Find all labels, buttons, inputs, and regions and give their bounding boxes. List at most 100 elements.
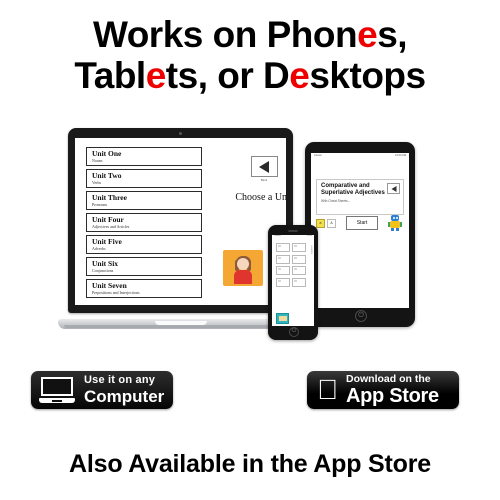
use-on-computer-badge[interactable]: Use it on any Computer [31,371,173,409]
headline-accent-letter: e [357,14,378,55]
laptop-mockup: Unit One Nouns Unit Two Verbs Unit Three… [58,128,303,333]
badge-subtitle: Use it on any [84,374,156,386]
avatar-face [237,258,249,270]
robot-mascot-icon [388,215,402,231]
unit-subtitle: Verbs [92,180,102,185]
status-carrier: Carrier [274,235,281,237]
lesson-subtitle: With Cheat Sheets... [321,198,351,203]
unit-title: Unit Two [92,171,122,180]
camera-icon [179,132,182,135]
headline-accent-letter: e [289,55,310,97]
selected-thumbnail[interactable] [276,313,289,324]
lesson-controls: a A Start [316,215,404,231]
laptop-icon-trackpad [52,400,62,402]
apple-logo-icon:  [317,376,338,404]
status-time: 12:00 AM [395,154,406,157]
badge-title: App Store [325,384,439,407]
promo-graphic: Works on Phones, Tablets, or Desktops Un… [0,0,500,500]
tablet-mockup: Carrier 12:00 AM Comparative and Superla… [305,142,415,327]
list-item[interactable]: Unit Four Adjectives and Articles [86,213,202,232]
list-item[interactable]: Unit Three Pronouns [86,191,202,210]
robot-arm-right [400,222,402,227]
grid-side-label: Lessons [310,245,313,254]
laptop-icon-display [43,379,71,394]
unit-title: Unit Six [92,259,119,268]
list-item[interactable]: Unit Seven Prepositions and Interjection… [86,279,202,298]
unit-chooser-panel: Back Choose a Unit [225,156,286,203]
robot-body [390,221,400,228]
headline-line-2: Tablets, or Desktops [0,55,500,96]
status-time: 12:00 [306,235,312,237]
robot-leg-left [391,228,394,231]
phone-screen: Carrier 12:00 Lessons [272,235,314,326]
status-bar: Carrier 12:00 AM [311,153,409,158]
footer-text: Also Available in the App Store [69,450,431,478]
headline-text: Works on Phon [92,14,358,55]
avatar[interactable] [223,250,263,286]
tablet-home-button[interactable]: ⏻ [355,310,367,322]
unit-subtitle: Conjunctions [92,268,114,273]
list-item[interactable] [276,243,290,252]
lesson-grid [276,243,306,314]
app-store-badge[interactable]:  Download on the App Store [307,371,459,409]
badge-title: Computer [84,387,165,406]
list-item[interactable] [292,277,306,287]
tablet-screen: Carrier 12:00 AM Comparative and Superla… [311,153,409,308]
unit-title: Unit Seven [92,281,127,290]
badge-subtitle: Download on the [325,373,431,386]
headline-text: s, [377,14,408,55]
laptop-base [58,319,303,329]
headline-text: Tabl [74,55,146,97]
status-bar: Carrier 12:00 [272,235,314,239]
unit-subtitle: Prepositions and Interjections [92,290,140,295]
status-carrier: Carrier [314,154,322,157]
list-item[interactable] [292,266,306,275]
headline-text: sktops [309,55,426,97]
text-size-stepper[interactable]: a A [316,218,336,228]
laptop-screen: Unit One Nouns Unit Two Verbs Unit Three… [75,138,286,305]
unit-title: Unit Three [92,193,127,202]
headline-accent-letter: e [145,55,167,97]
headline-line-1: Works on Phones, [0,14,500,55]
laptop-foot [64,325,297,328]
list-item[interactable] [276,277,290,287]
laptop-lid: Unit One Nouns Unit Two Verbs Unit Three… [68,128,293,313]
robot-leg-right [396,228,399,231]
list-item[interactable] [276,266,290,275]
list-item[interactable] [292,254,306,264]
device-mockup-group: Unit One Nouns Unit Two Verbs Unit Three… [0,120,500,345]
back-button[interactable] [250,156,278,177]
phone-body: Carrier 12:00 Lessons ⏻ [268,225,318,340]
share-button[interactable] [387,183,400,194]
choose-unit-label: Choose a Unit [235,192,286,203]
unit-title: Unit Four [92,215,124,224]
tablet-body: Carrier 12:00 AM Comparative and Superla… [305,142,415,327]
text-size-large-button[interactable]: A [327,218,336,228]
unit-subtitle: Pronouns [92,202,108,207]
robot-eye-left [392,217,395,219]
list-item[interactable]: Unit Six Conjunctions [86,257,202,276]
headline-text: ts, or D [165,55,290,97]
badge-text-group: Use it on any Computer [84,374,165,406]
speaker-icon [288,230,298,232]
robot-eye-right [395,217,398,219]
phone-mockup: Carrier 12:00 Lessons ⏻ [268,225,318,340]
badge-text-group: Download on the App Store [346,374,439,406]
laptop-icon-screen [41,377,73,396]
back-arrow-icon [259,160,269,173]
share-arrow-icon [391,185,396,192]
back-button-label: Back [260,178,268,182]
list-item[interactable]: Unit One Nouns [86,147,202,166]
list-item[interactable] [276,254,290,264]
phone-home-button[interactable]: ⏻ [289,327,299,337]
list-item[interactable]: Unit Five Adverbs [86,235,202,254]
unit-subtitle: Adjectives and Articles [92,224,130,229]
thumbnail-image [278,315,287,321]
page-title: Works on Phones, Tablets, or Desktops [0,14,500,97]
list-item[interactable] [292,243,306,252]
start-button[interactable]: Start [346,216,378,230]
avatar-body [234,270,252,284]
laptop-icon-base [39,398,75,403]
list-item[interactable]: Unit Two Verbs [86,169,202,188]
unit-subtitle: Nouns [92,158,103,163]
